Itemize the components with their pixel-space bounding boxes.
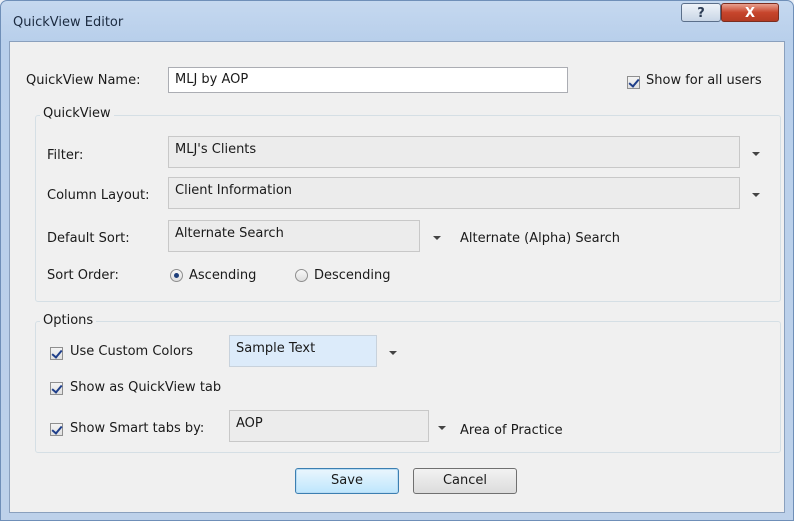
show-smart-tabs-label: Show Smart tabs by: — [70, 421, 205, 436]
quickview-group-title: QuickView — [40, 106, 114, 121]
column-layout-select[interactable]: Client Information — [168, 177, 740, 209]
dialog-window: QuickView Editor ? X QuickView Name: MLJ… — [0, 0, 794, 521]
dialog-body: QuickView Name: MLJ by AOP Show for all … — [9, 41, 785, 513]
show-all-users-checkbox[interactable] — [627, 76, 640, 89]
default-sort-label: Default Sort: — [47, 231, 130, 246]
window-title: QuickView Editor — [13, 15, 124, 30]
default-sort-select[interactable]: Alternate Search — [168, 220, 420, 252]
show-as-quickview-tab-label: Show as QuickView tab — [70, 380, 222, 395]
quickview-name-label: QuickView Name: — [26, 73, 141, 88]
show-smart-tabs-checkbox[interactable] — [50, 423, 63, 436]
sort-order-label: Sort Order: — [47, 268, 119, 283]
save-button[interactable]: Save — [295, 468, 399, 494]
quickview-name-input[interactable]: MLJ by AOP — [168, 67, 568, 93]
descending-label: Descending — [314, 268, 391, 283]
use-custom-colors-label: Use Custom Colors — [70, 344, 194, 359]
title-bar[interactable]: QuickView Editor ? X — [1, 1, 793, 41]
default-sort-description: Alternate (Alpha) Search — [460, 231, 621, 246]
filter-dropdown-icon[interactable] — [747, 140, 765, 166]
filter-select[interactable]: MLJ's Clients — [168, 136, 740, 168]
close-button[interactable]: X — [721, 3, 779, 22]
cancel-button[interactable]: Cancel — [413, 468, 517, 494]
close-icon: X — [744, 6, 756, 21]
column-layout-dropdown-icon[interactable] — [747, 181, 765, 207]
smart-tabs-dropdown-icon[interactable] — [433, 414, 451, 440]
filter-label: Filter: — [47, 148, 84, 163]
show-as-quickview-tab-checkbox[interactable] — [50, 382, 63, 395]
sample-text-swatch[interactable]: Sample Text — [229, 335, 377, 367]
ascending-radio[interactable] — [170, 269, 183, 282]
use-custom-colors-checkbox[interactable] — [50, 347, 63, 360]
column-layout-label: Column Layout: — [47, 188, 150, 203]
default-sort-dropdown-icon[interactable] — [428, 224, 446, 250]
help-button[interactable]: ? — [681, 3, 721, 22]
show-all-users-label: Show for all users — [646, 73, 762, 88]
descending-radio[interactable] — [295, 269, 308, 282]
smart-tabs-select[interactable]: AOP — [229, 410, 429, 442]
custom-colors-dropdown-icon[interactable] — [384, 339, 402, 365]
smart-tabs-description: Area of Practice — [460, 423, 563, 438]
options-group-title: Options — [40, 313, 97, 328]
ascending-label: Ascending — [189, 268, 257, 283]
help-icon: ? — [697, 6, 705, 21]
